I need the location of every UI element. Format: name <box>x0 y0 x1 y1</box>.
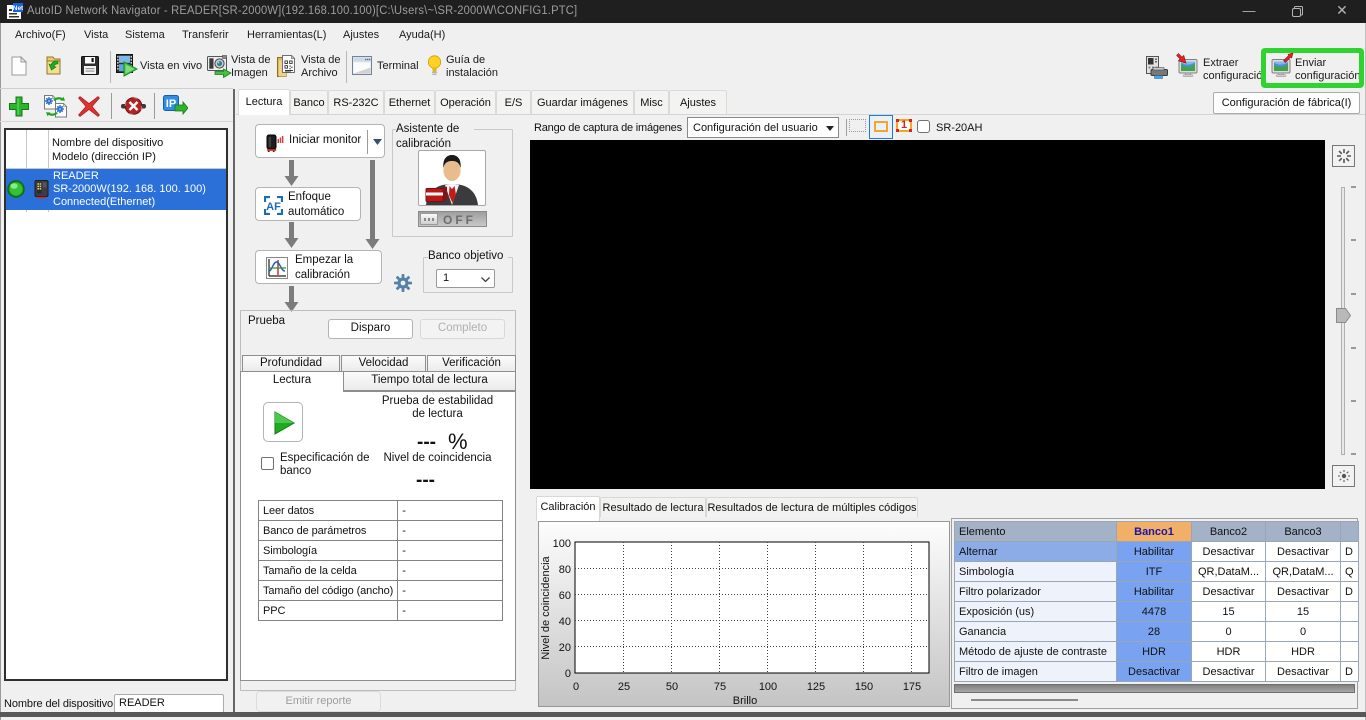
svg-text:AF: AF <box>266 201 281 213</box>
svg-text:0: 0 <box>573 681 579 693</box>
svg-text:40: 40 <box>559 616 571 628</box>
svg-text:175: 175 <box>903 681 921 693</box>
svg-text:80: 80 <box>559 564 571 576</box>
svg-text:150: 150 <box>855 681 873 693</box>
svg-text:Nivel de coincidencia: Nivel de coincidencia <box>540 555 552 659</box>
svg-text:75: 75 <box>714 681 726 693</box>
svg-text:25: 25 <box>618 681 630 693</box>
svg-text:125: 125 <box>807 681 825 693</box>
svg-text:Brillo: Brillo <box>733 695 757 706</box>
svg-text:Net: Net <box>13 5 23 12</box>
svg-text:60: 60 <box>559 590 571 602</box>
svg-text:50: 50 <box>666 681 678 693</box>
svg-text:0: 0 <box>565 668 571 680</box>
svg-text:100: 100 <box>759 681 777 693</box>
svg-text:100: 100 <box>553 538 571 550</box>
svg-text:20: 20 <box>559 642 571 654</box>
